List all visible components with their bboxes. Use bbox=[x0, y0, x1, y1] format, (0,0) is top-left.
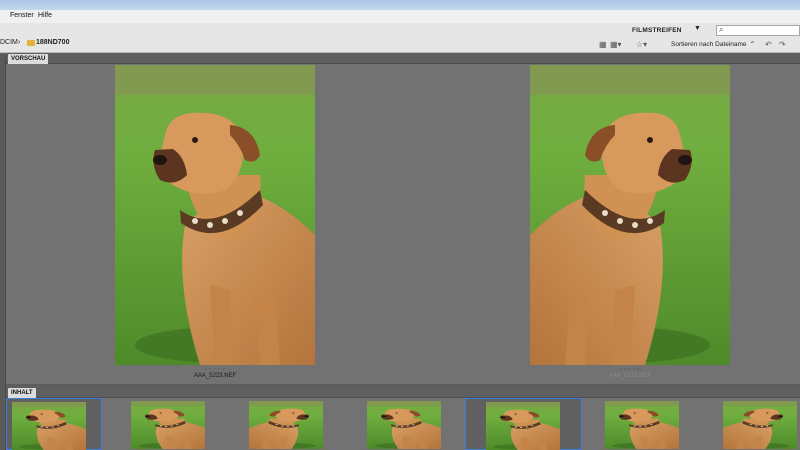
chevron-right-icon: › bbox=[18, 39, 21, 46]
sort-dropdown[interactable]: Sortieren nach Dateiname bbox=[671, 41, 747, 48]
toolbar: FILMSTREIFEN ▼ ⌕ DCIM › 188ND700 ▦ ▦▾ ☆▾… bbox=[0, 23, 800, 53]
folder-icon bbox=[27, 40, 35, 46]
preview-filename-2: AAA_5221.NEF bbox=[608, 373, 652, 379]
thumbnail[interactable] bbox=[126, 398, 222, 450]
grid-view-icon[interactable]: ▦ bbox=[599, 40, 607, 49]
menu-item-fenster[interactable]: Fenster bbox=[10, 12, 34, 19]
preview-panel: • • • • • AAA_5223.NEF • • • • • AAA_522… bbox=[6, 64, 800, 384]
menu-item-hilfe[interactable]: Hilfe bbox=[38, 12, 52, 19]
thumbnail[interactable] bbox=[244, 398, 340, 450]
search-icon: ⌕ bbox=[719, 25, 724, 34]
thumbnail[interactable] bbox=[362, 398, 458, 450]
menu-bar: Fenster Hilfe bbox=[0, 10, 800, 23]
star-filter-icon[interactable]: ☆▾ bbox=[636, 40, 647, 49]
thumbnail[interactable] bbox=[718, 398, 800, 450]
thumbnail[interactable] bbox=[465, 398, 582, 450]
thumbnail[interactable] bbox=[600, 398, 696, 450]
chevron-down-icon: ▼ bbox=[694, 25, 702, 32]
sort-ascending-icon[interactable]: ⌃ bbox=[749, 40, 756, 49]
preview-image-2[interactable] bbox=[530, 65, 730, 365]
rating-stars[interactable]: • • • • • bbox=[115, 366, 315, 371]
rating-stars[interactable]: • • • • • bbox=[530, 366, 730, 371]
workspace-label: FILMSTREIFEN bbox=[632, 27, 682, 34]
search-input[interactable]: ⌕ bbox=[716, 25, 800, 36]
thumbnail[interactable] bbox=[6, 398, 102, 450]
rotate-right-icon[interactable]: ↷ bbox=[779, 40, 786, 49]
preview-image-1[interactable] bbox=[115, 65, 315, 365]
breadcrumb-item-folder[interactable]: 188ND700 bbox=[36, 39, 69, 46]
rotate-left-icon[interactable]: ↶ bbox=[765, 40, 772, 49]
preview-filename-1: AAA_5223.NEF bbox=[193, 373, 237, 379]
content-panel-header: INHALT bbox=[6, 387, 800, 398]
workspace-switcher[interactable]: FILMSTREIFEN ▼ bbox=[614, 25, 708, 37]
preview-panel-header: VORSCHAU bbox=[6, 53, 800, 64]
breadcrumb-item-dcim[interactable]: DCIM bbox=[0, 39, 18, 46]
tab-preview[interactable]: VORSCHAU bbox=[8, 54, 49, 64]
tab-content[interactable]: INHALT bbox=[8, 388, 36, 398]
list-view-icon[interactable]: ▦▾ bbox=[610, 40, 622, 49]
filmstrip bbox=[6, 398, 800, 450]
